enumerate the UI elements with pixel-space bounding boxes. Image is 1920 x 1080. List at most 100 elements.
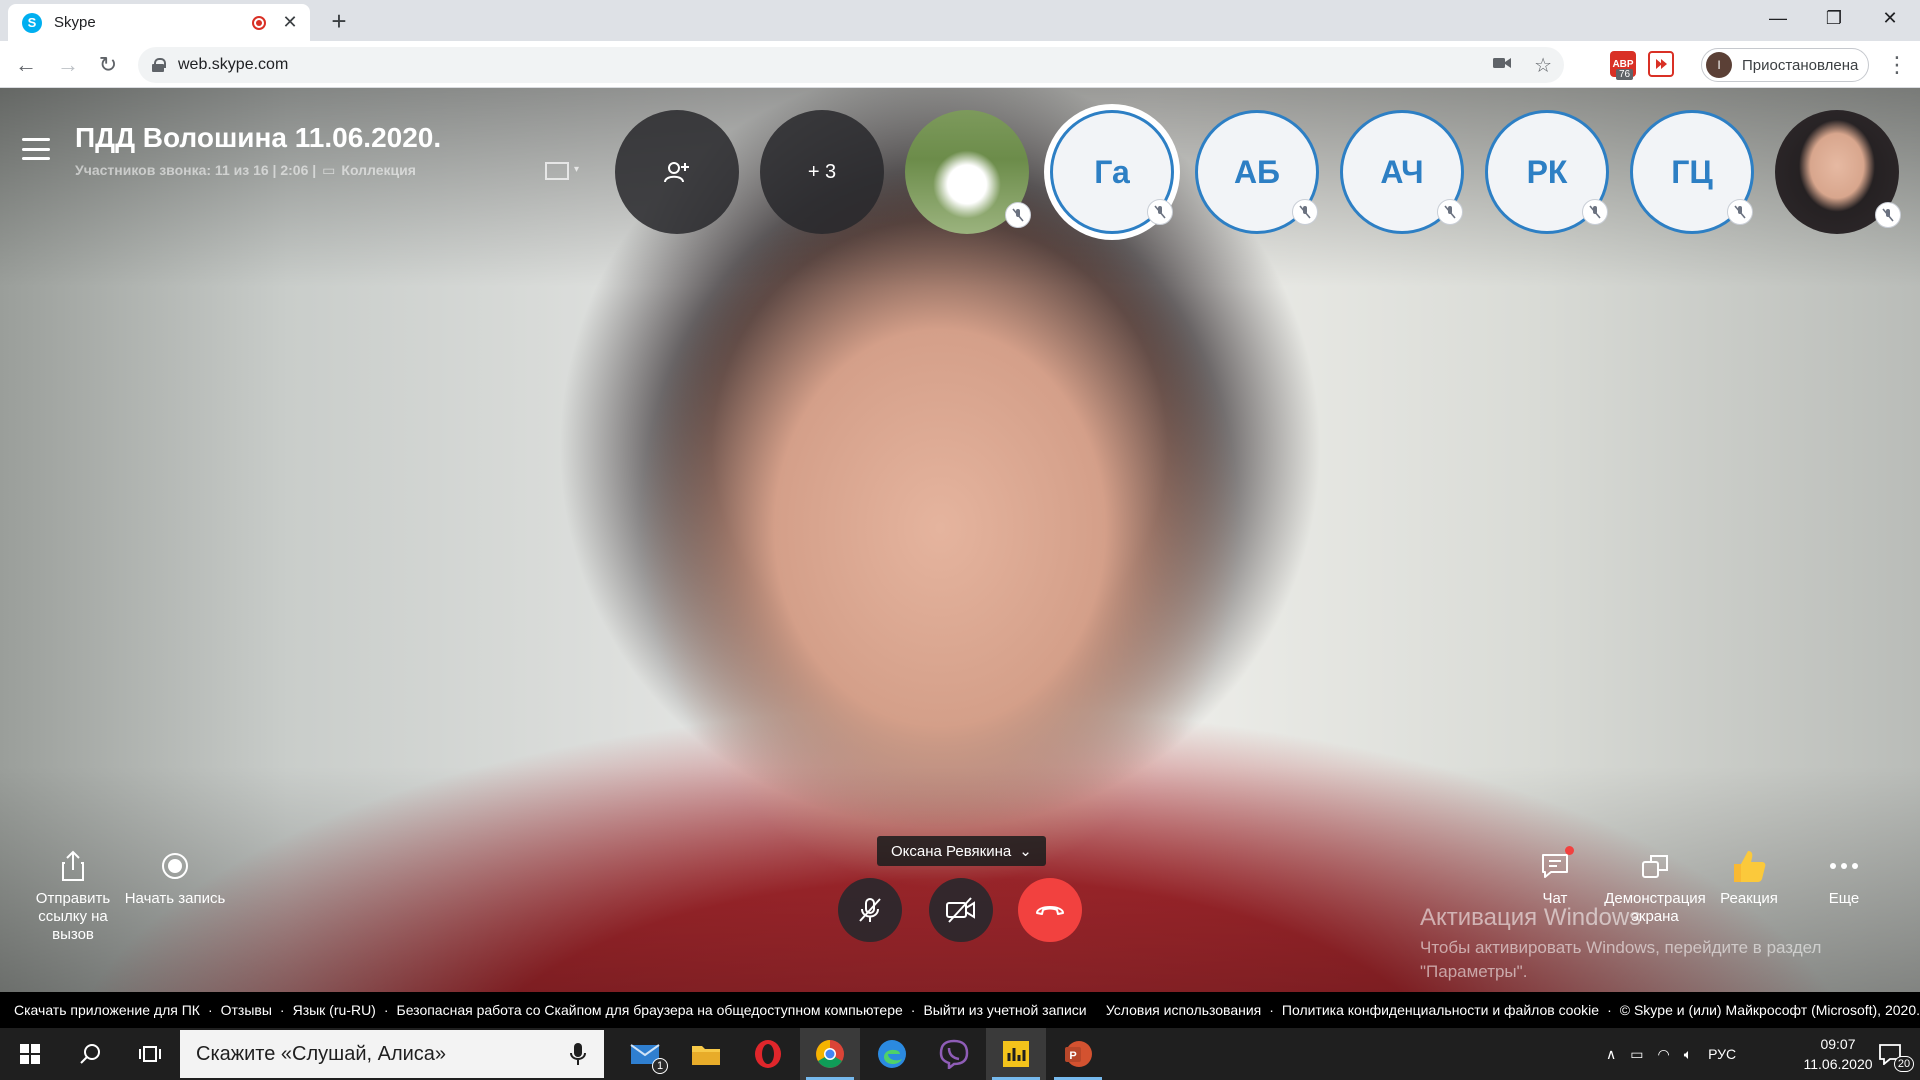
more-options-label: Еще	[1828, 890, 1860, 907]
record-extension-icon[interactable]	[1648, 51, 1674, 77]
alice-search-box[interactable]: Скажите «Слушай, Алиса»	[180, 1030, 604, 1078]
mic-muted-icon	[1005, 202, 1031, 228]
share-icon	[62, 850, 84, 881]
footer-link-language[interactable]: Язык (ru-RU)	[293, 1002, 376, 1018]
close-window-button[interactable]: ✕	[1862, 0, 1918, 36]
bookmark-star-icon[interactable]: ☆	[1534, 53, 1552, 78]
more-dots-icon	[1830, 863, 1858, 869]
call-participants-info: Участников звонка: 11 из 16 | 2:06 |	[75, 162, 317, 178]
tab-close-icon[interactable]: ✕	[280, 12, 300, 33]
participant-avatar[interactable]: АЧ	[1340, 110, 1464, 234]
volume-icon[interactable]: 🔈︎	[1684, 1046, 1692, 1063]
minimize-window-button[interactable]: —	[1750, 0, 1806, 36]
profile-avatar: I	[1706, 52, 1732, 78]
footer-link-privacy[interactable]: Политика конфиденциальности и файлов coo…	[1282, 1002, 1599, 1018]
mic-off-icon	[859, 898, 881, 922]
back-button[interactable]: ←	[10, 49, 42, 81]
mic-muted-icon	[1727, 199, 1753, 225]
language-indicator[interactable]: РУС	[1708, 1046, 1736, 1062]
camera-in-use-icon[interactable]	[1492, 54, 1512, 77]
reaction-button[interactable]: Реакция	[1694, 846, 1804, 908]
more-options-button[interactable]: Еще	[1789, 846, 1899, 908]
footer-link-download[interactable]: Скачать приложение для ПК	[14, 1002, 200, 1018]
unread-dot	[1565, 846, 1574, 855]
add-participant-button[interactable]	[615, 110, 739, 234]
call-subtitle: Участников звонка: 11 из 16 | 2:06 | ▭ К…	[75, 162, 416, 179]
viber-app-icon[interactable]	[924, 1028, 984, 1080]
footer-link-feedback[interactable]: Отзывы	[221, 1002, 272, 1018]
profile-button[interactable]: I Приостановлена	[1701, 48, 1869, 82]
share-link-label: Отправить ссылку на вызов	[35, 890, 111, 943]
record-icon	[162, 853, 188, 879]
footer-link-terms[interactable]: Условия использования	[1106, 1002, 1261, 1018]
active-speaker-selector[interactable]: Оксана Ревякина ⌄	[877, 836, 1046, 866]
mic-muted-icon	[1147, 199, 1173, 225]
call-title: ПДД Волошина 11.06.2020.	[75, 122, 442, 153]
recording-indicator-icon	[252, 15, 266, 30]
layout-switch-icon[interactable]	[545, 162, 569, 180]
mute-microphone-button[interactable]	[838, 878, 902, 942]
presentation-tool-icon[interactable]	[986, 1028, 1046, 1080]
participant-avatar[interactable]: ГЦ	[1630, 110, 1754, 234]
reload-button[interactable]: ↻	[92, 49, 124, 81]
collection-icon[interactable]: ▭	[322, 162, 335, 179]
task-view-button[interactable]	[120, 1028, 180, 1080]
edge-browser-icon[interactable]	[862, 1028, 922, 1080]
active-speaker-name: Оксана Ревякина	[891, 842, 1012, 860]
powerpoint-app-icon[interactable]: P	[1048, 1028, 1108, 1080]
microphone-icon[interactable]	[570, 1042, 586, 1066]
add-person-icon	[664, 162, 689, 183]
participant-avatar-photo[interactable]	[1775, 110, 1901, 234]
wifi-icon[interactable]: ◠	[1657, 1046, 1669, 1063]
new-tab-button[interactable]: +	[324, 6, 354, 36]
forward-button[interactable]: →	[52, 49, 84, 81]
file-explorer-icon[interactable]	[676, 1028, 736, 1080]
participant-initials: Га	[1094, 153, 1130, 190]
footer-link-public-computer[interactable]: Безопасная работа со Скайпом для браузер…	[397, 1002, 903, 1018]
browser-tab[interactable]: S Skype ✕	[8, 4, 310, 41]
mic-muted-icon	[1582, 199, 1608, 225]
search-button[interactable]	[60, 1028, 120, 1080]
opera-browser-icon[interactable]	[738, 1028, 798, 1080]
footer-copyright: © Skype и (или) Майкрософт (Microsoft), …	[1619, 1002, 1920, 1018]
start-button[interactable]	[0, 1028, 60, 1080]
mic-muted-icon	[1875, 202, 1901, 228]
share-link-button[interactable]: Отправить ссылку на вызов	[18, 846, 128, 944]
notifications-badge: 20	[1894, 1056, 1914, 1072]
mic-muted-icon	[1437, 199, 1463, 225]
chevron-up-icon[interactable]: ∧	[1606, 1046, 1616, 1063]
chat-button[interactable]: Чат	[1500, 846, 1610, 908]
lock-icon[interactable]	[152, 58, 166, 72]
chevron-down-icon[interactable]: ▾	[574, 164, 579, 175]
restore-window-button[interactable]: ❐	[1806, 0, 1862, 36]
mail-app-icon[interactable]: 1	[616, 1028, 676, 1080]
hamburger-menu-icon[interactable]	[22, 138, 50, 160]
more-participants-button[interactable]: + 3	[760, 110, 884, 234]
toggle-video-button[interactable]	[929, 878, 993, 942]
participant-avatar[interactable]: Га	[1050, 110, 1174, 234]
participant-initials: РК	[1526, 153, 1568, 190]
collection-link[interactable]: Коллекция	[341, 162, 416, 179]
svg-text:P: P	[1069, 1050, 1076, 1062]
start-recording-label: Начать запись	[124, 890, 226, 907]
browser-menu-icon[interactable]: ⋮	[1886, 51, 1908, 79]
chrome-browser-icon[interactable]	[800, 1028, 860, 1080]
hang-up-button[interactable]	[1018, 878, 1082, 942]
activation-text: Чтобы активировать Windows, перейдите в …	[1420, 938, 1822, 981]
chat-icon	[1542, 854, 1568, 878]
adblock-label: ABP	[1612, 58, 1634, 70]
hang-up-icon	[1036, 906, 1064, 915]
address-bar[interactable]: web.skype.com ☆	[138, 47, 1564, 83]
chevron-down-icon: ⌄	[1019, 843, 1032, 860]
battery-icon[interactable]: ▭	[1630, 1046, 1643, 1063]
windows-taskbar: Скажите «Слушай, Алиса» 1 P ∧ ▭ ◠ 🔈︎ РУС…	[0, 1028, 1920, 1080]
start-recording-button[interactable]: Начать запись	[120, 846, 230, 908]
tab-title: Skype	[54, 14, 96, 31]
notifications-button[interactable]: 20	[1860, 1028, 1920, 1080]
participant-avatar-photo[interactable]	[905, 110, 1031, 234]
participant-avatar[interactable]: РК	[1485, 110, 1609, 234]
participant-avatar[interactable]: АБ	[1195, 110, 1319, 234]
footer-link-signout[interactable]: Выйти из учетной записи	[923, 1002, 1086, 1018]
mic-muted-icon	[1292, 199, 1318, 225]
participant-initials: АБ	[1233, 153, 1281, 190]
